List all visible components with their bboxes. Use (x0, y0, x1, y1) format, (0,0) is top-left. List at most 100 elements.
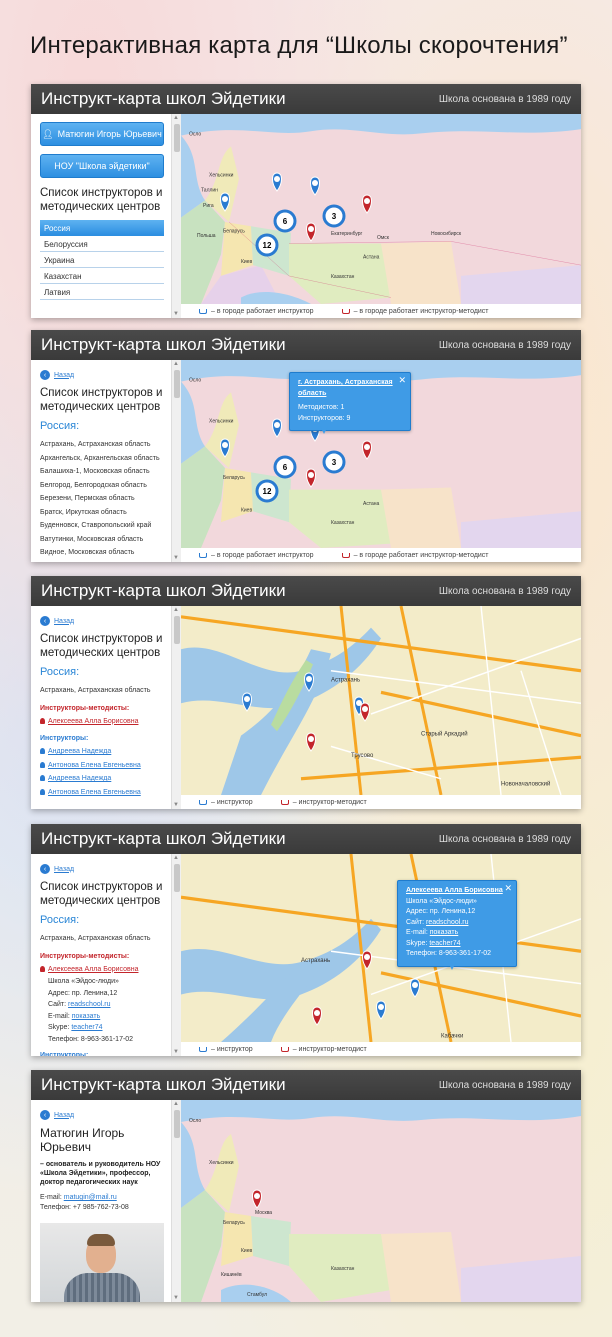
pin-red (252, 1189, 262, 1209)
tooltip-title[interactable]: Алексеева Алла Борисовна (406, 886, 508, 897)
email-link[interactable]: matugin@mail.ru (64, 1194, 117, 1201)
city-item[interactable]: Братск, Иркутская область (40, 506, 172, 520)
book-icon (280, 799, 289, 805)
book-icon (199, 308, 207, 314)
pin-red (306, 222, 316, 242)
person-icon (40, 761, 45, 768)
pin-red (362, 194, 372, 214)
back-link[interactable]: ‹ Назад (40, 1110, 172, 1120)
map-legend: – в городе работает инструктор – в город… (181, 548, 581, 562)
frame-city-detail: Инструкт-карта школ Эйдетики Школа основа… (31, 576, 581, 809)
country-heading: Россия: (40, 914, 80, 926)
email-show-link[interactable]: показать (72, 1013, 101, 1020)
svg-text:12: 12 (263, 241, 272, 250)
sidebar: ‹ Назад Список инструкторов и методически… (31, 360, 181, 562)
sidebar-scrollbar[interactable]: ▲ ▼ (171, 360, 181, 562)
map-legend: – инструктор – инструктор-методист (181, 795, 581, 809)
back-link[interactable]: ‹ Назад (40, 864, 172, 874)
sidebar: ‹ Назад Список инструкторов и методически… (31, 854, 181, 1056)
instructor-link[interactable]: Андреева Надежда (40, 772, 172, 786)
frame-city-list: Инструкт-карта школ Эйдетики Школа основа… (31, 330, 581, 562)
book-icon (341, 552, 350, 558)
app-header: Инструкт-карта школ Эйдетики Школа основа… (31, 576, 581, 606)
email-show-link[interactable]: показать (430, 929, 459, 936)
instructors-heading: Инструкторы: (40, 735, 89, 742)
frame-person-detail: Инструкт-карта школ Эйдетики Школа основа… (31, 824, 581, 1056)
tooltip-title[interactable]: г. Астрахань, Астраханская область (298, 378, 402, 399)
city-item[interactable]: Белгород, Белгородская область (40, 479, 172, 493)
app-header: Инструкт-карта школ Эйдетики Школа основа… (31, 1070, 581, 1100)
founder-button[interactable]: 👤︎ Матюгин Игорь Юрьевич (40, 122, 164, 146)
city-tooltip: ✕ г. Астрахань, Астраханская область Мет… (289, 372, 411, 434)
city-item[interactable]: Архангельск, Архангельская область (40, 452, 172, 466)
methodists-heading: Инструкторы-методисты: (40, 704, 130, 712)
person-icon: 👤︎ (42, 128, 54, 139)
close-icon[interactable]: ✕ (398, 375, 406, 386)
country-item-latvia[interactable]: Латвия (40, 284, 164, 300)
city-item[interactable]: Астрахань, Астраханская область (40, 438, 172, 452)
country-heading: Россия: (40, 666, 80, 678)
frame-country-list: Инструкт-карта школ Эйдетики Школа основа… (31, 84, 581, 318)
sidebar-scrollbar[interactable]: ▲ ▼ (171, 114, 181, 318)
pin-blue (310, 176, 320, 196)
back-arrow-icon: ‹ (40, 370, 50, 380)
site-link[interactable]: readschool.ru (426, 919, 468, 926)
page-title: Интерактивная карта для “Школы скорочтен… (30, 32, 568, 59)
book-icon (199, 799, 207, 805)
instructor-link[interactable]: Андреева Надежда (40, 745, 172, 759)
country-item-belarus[interactable]: Белоруссия (40, 236, 164, 252)
methodist-link[interactable]: Алексеева Алла Борисовна (40, 715, 172, 729)
skype-link[interactable]: teacher74 (429, 940, 460, 947)
pin-blue (272, 172, 282, 192)
person-tooltip: ✕ Алексеева Алла Борисовна Школа «Эйдос-… (397, 880, 517, 969)
close-icon[interactable]: ✕ (504, 883, 512, 894)
city-item[interactable]: Березени, Пермская область (40, 492, 172, 506)
sidebar-scrollbar[interactable]: ▲ ▼ (171, 1100, 181, 1302)
methodist-link[interactable]: Алексеева Алла Борисовна (40, 963, 172, 977)
org-button[interactable]: НОУ "Школа эйдетики" (40, 154, 164, 178)
instructor-link[interactable]: Антонова Елена Евгеньевна (40, 759, 172, 773)
map-world[interactable]: Осло Хельсинки Беларусь Киев Казахстан А… (181, 360, 581, 548)
map-legend: – инструктор – инструктор-методист (181, 1042, 581, 1056)
skype-link[interactable]: teacher74 (71, 1024, 102, 1031)
country-item-kazakhstan[interactable]: Казахстан (40, 268, 164, 284)
list-heading: Список инструкторов и методических центр… (40, 387, 163, 413)
app-header: Инструкт-карта школ Эйдетики Школа основа… (31, 330, 581, 360)
founder-contacts: E-mail: matugin@mail.ru Телефон: +7 985-… (40, 1194, 129, 1211)
back-arrow-icon: ‹ (40, 616, 50, 626)
pin-blue (220, 192, 230, 212)
back-link[interactable]: ‹ Назад (40, 370, 172, 380)
sidebar-scrollbar[interactable]: ▲ ▼ (171, 606, 181, 809)
map-world[interactable]: Осло Хельсинки Москва Беларусь Киев Киши… (181, 1100, 581, 1302)
instructor-link[interactable]: Антонова Елена Евгеньевна (40, 786, 172, 800)
map-city[interactable]: Астрахань Старый Аркадий Новоначаловский… (181, 606, 581, 795)
city-item[interactable]: Ватутинки, Московская область (40, 533, 172, 547)
back-link[interactable]: ‹ Назад (40, 616, 172, 626)
sidebar-scrollbar[interactable]: ▲ ▼ (171, 854, 181, 1056)
methodist-details: Школа «Эйдос-люди» Адрес: пр. Ленина,12 … (48, 978, 134, 1043)
country-item-russia[interactable]: Россия (40, 220, 164, 236)
cluster-marker: 3 (322, 204, 346, 228)
svg-text:6: 6 (283, 463, 288, 472)
person-icon (40, 748, 45, 755)
map-city[interactable]: Астрахань Кабачки ✕ Алексеева Алла Борис… (181, 854, 581, 1042)
person-icon (40, 788, 45, 795)
list-heading: Список инструкторов и методических центр… (40, 633, 163, 659)
city-item[interactable]: Буденновск, Ставропольский край (40, 519, 172, 533)
app-header: Инструкт-карта школ Эйдетики Школа основа… (31, 84, 581, 114)
svg-text:12: 12 (263, 487, 272, 496)
country-item-ukraine[interactable]: Украина (40, 252, 164, 268)
book-icon (199, 552, 207, 558)
book-icon (341, 308, 350, 314)
book-icon (199, 1046, 207, 1052)
site-link[interactable]: readschool.ru (68, 1001, 110, 1008)
back-arrow-icon: ‹ (40, 1110, 50, 1120)
map-world[interactable]: Осло Хельсинки Таллин Рига Беларусь Поль… (181, 114, 581, 304)
city-title: Астрахань, Астраханская область (40, 687, 151, 694)
country-heading: Россия: (40, 420, 80, 432)
svg-text:3: 3 (332, 212, 337, 221)
city-item[interactable]: Видное, Московская область (40, 546, 172, 560)
city-item[interactable]: Балашиха-1, Московская область (40, 465, 172, 479)
founder-photo (40, 1223, 164, 1302)
sidebar: ‹ Назад Матюгин Игорь Юрьевич – основател… (31, 1100, 181, 1302)
